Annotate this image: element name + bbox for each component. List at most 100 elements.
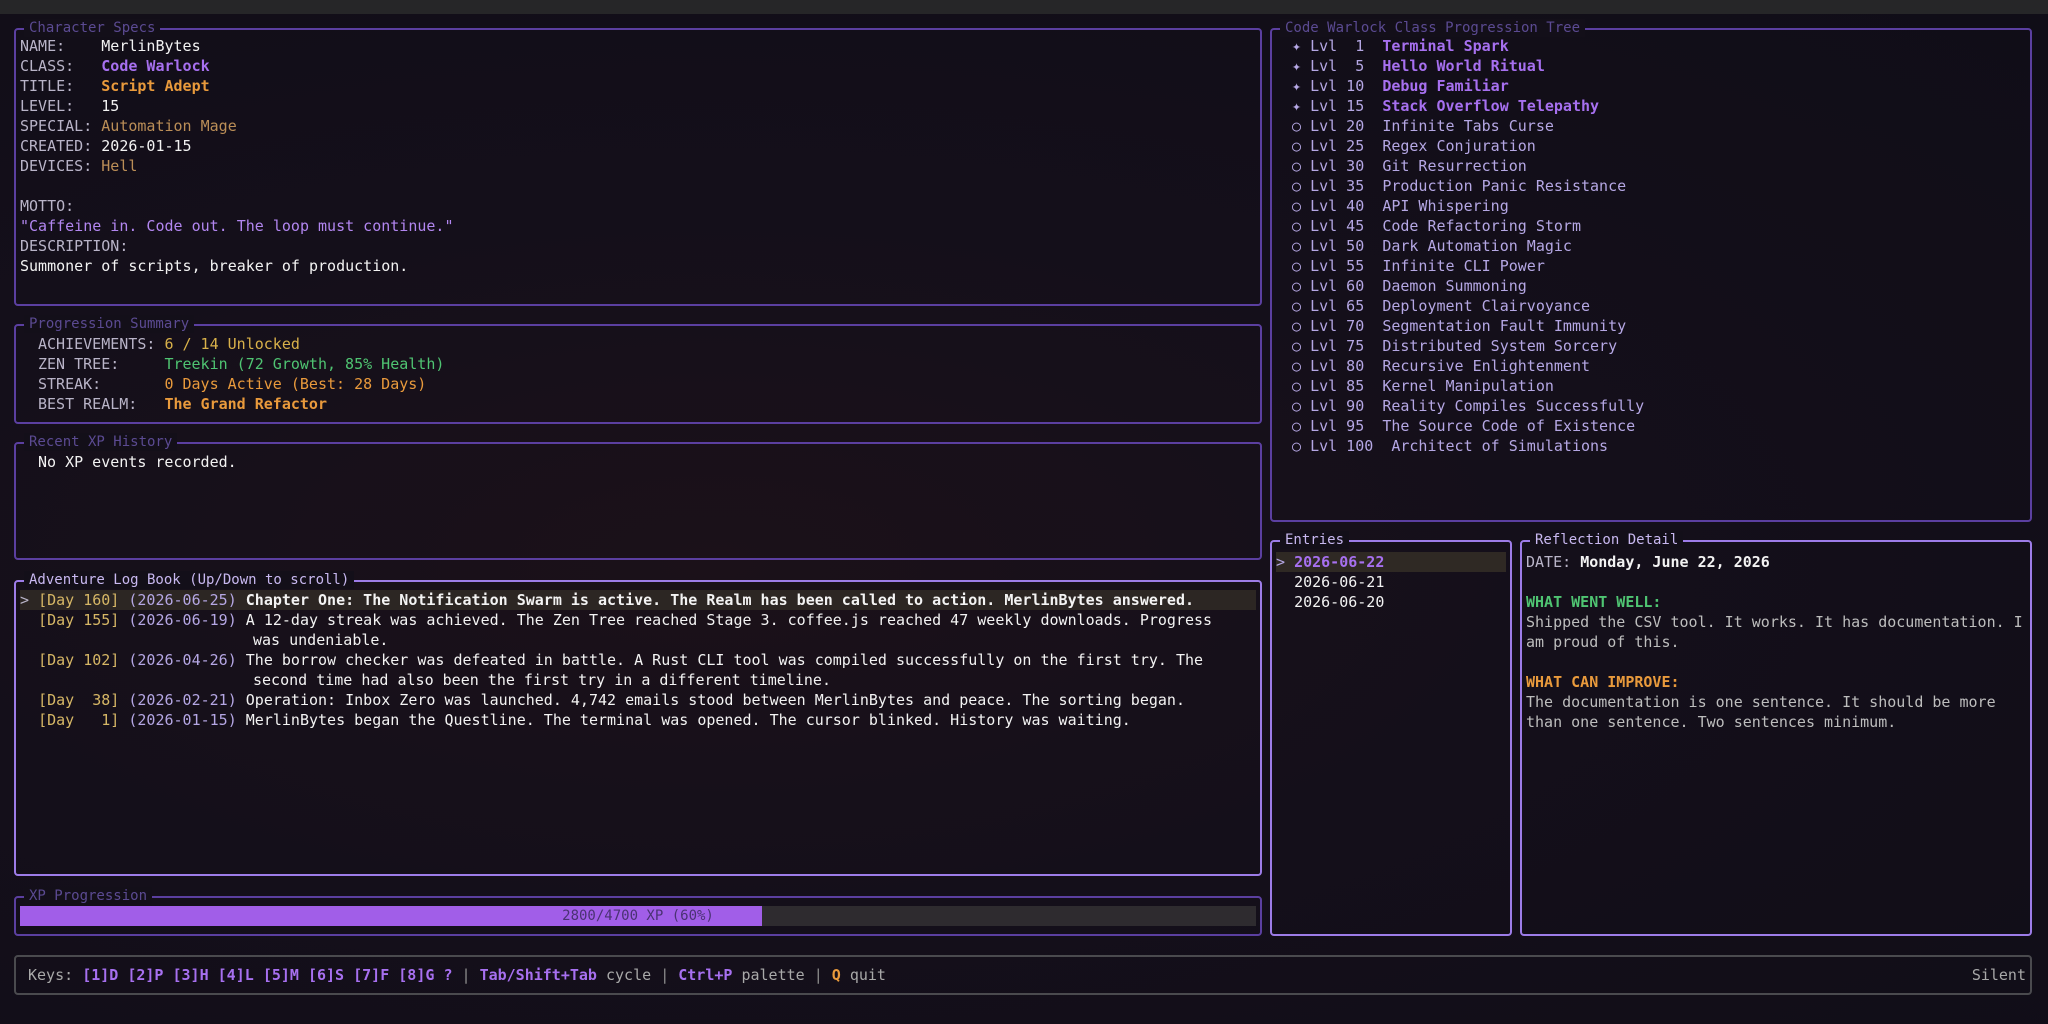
log-day: [Day 102] bbox=[38, 651, 120, 669]
spec-value: Hell bbox=[101, 157, 138, 175]
log-marker: > bbox=[20, 591, 30, 609]
unlocked-star-icon: ✦ bbox=[1292, 57, 1302, 75]
xp-history-empty: No XP events recorded. bbox=[38, 453, 237, 471]
tree-node-name: Distributed System Sorcery bbox=[1382, 337, 1618, 355]
tree-node: ✦ Lvl 1 Terminal Spark bbox=[1292, 36, 1509, 56]
tree-node-name: Production Panic Resistance bbox=[1382, 177, 1627, 195]
locked-circle-icon: ○ bbox=[1292, 237, 1302, 255]
tree-node: ○ Lvl 85 Kernel Manipulation bbox=[1292, 376, 1554, 396]
tree-node-name: Daemon Summoning bbox=[1382, 277, 1527, 295]
tree-node: ○ Lvl 25 Regex Conjuration bbox=[1292, 136, 1536, 156]
tab-shortcut-9[interactable]: ? bbox=[443, 966, 452, 984]
locked-circle-icon: ○ bbox=[1292, 397, 1302, 415]
class-progression-tree-panel: Code Warlock Class Progression Tree ✦ Lv… bbox=[1270, 19, 2032, 522]
summary-label: BEST REALM: bbox=[38, 395, 165, 413]
spec-label: NAME: bbox=[20, 37, 102, 55]
xp-progress-text: 2800/4700 XP (60%) bbox=[562, 908, 714, 924]
tree-node-name: The Source Code of Existence bbox=[1382, 417, 1636, 435]
tab-shortcut-3[interactable]: [3]H bbox=[173, 966, 209, 984]
log-date: (2026-01-15) bbox=[128, 711, 237, 729]
tree-node-level: Lvl 15 bbox=[1310, 97, 1374, 115]
tree-node-name: Kernel Manipulation bbox=[1382, 377, 1554, 395]
log-marker bbox=[20, 711, 29, 729]
palette-text: palette bbox=[732, 966, 814, 984]
log-entry[interactable]: [Day 102] (2026-04-26) The borrow checke… bbox=[20, 650, 1256, 690]
spec-row: NAME: MerlinBytes bbox=[20, 36, 201, 56]
entry-date: 2026-06-21 bbox=[1294, 573, 1385, 591]
tree-node-level: Lvl 5 bbox=[1310, 57, 1374, 75]
palette-key: Ctrl+P bbox=[678, 966, 733, 984]
tab-shortcut-7[interactable]: [7]F bbox=[353, 966, 389, 984]
tree-node-level: Lvl 100 bbox=[1310, 437, 1383, 455]
tree-node-name: Debug Familiar bbox=[1382, 77, 1509, 95]
tree-node: ✦ Lvl 5 Hello World Ritual bbox=[1292, 56, 1545, 76]
spec-label: CREATED: bbox=[20, 137, 102, 155]
status-text: Silent bbox=[1971, 966, 2026, 984]
log-entry-line: [Day 102] (2026-04-26) The borrow checke… bbox=[20, 650, 1203, 670]
tree-node: ○ Lvl 55 Infinite CLI Power bbox=[1292, 256, 1545, 276]
log-entry[interactable]: [Day 155] (2026-06-19) A 12-day streak w… bbox=[20, 610, 1256, 650]
log-date: (2026-04-26) bbox=[128, 651, 237, 669]
locked-circle-icon: ○ bbox=[1292, 217, 1302, 235]
entry-marker bbox=[1276, 593, 1285, 611]
log-entry[interactable]: [Day 1] (2026-01-15) MerlinBytes began t… bbox=[20, 710, 1256, 730]
log-text-continued: was undeniable. bbox=[253, 631, 389, 649]
spec-label: LEVEL: bbox=[20, 97, 102, 115]
tree-node-level: Lvl 1 bbox=[1310, 37, 1374, 55]
tab-shortcut-4[interactable]: [4]L bbox=[218, 966, 254, 984]
tree-node: ○ Lvl 60 Daemon Summoning bbox=[1292, 276, 1527, 296]
tree-node: ○ Lvl 70 Segmentation Fault Immunity bbox=[1292, 316, 1626, 336]
tab-shortcut-2[interactable]: [2]P bbox=[127, 966, 163, 984]
adventure-log-panel[interactable]: Adventure Log Book (Up/Down to scroll) >… bbox=[14, 571, 1262, 876]
tree-node-name: Terminal Spark bbox=[1382, 37, 1509, 55]
locked-circle-icon: ○ bbox=[1292, 297, 1302, 315]
tree-node-name: Deployment Clairvoyance bbox=[1382, 297, 1591, 315]
tree-node-level: Lvl 65 bbox=[1310, 297, 1374, 315]
tree-node-name: Architect of Simulations bbox=[1391, 437, 1609, 455]
tree-node: ✦ Lvl 15 Stack Overflow Telepathy bbox=[1292, 96, 1599, 116]
panel-title: Character Specs bbox=[24, 19, 161, 37]
panel-title: XP Progression bbox=[24, 887, 153, 905]
tree-node-level: Lvl 75 bbox=[1310, 337, 1374, 355]
entry-date: 2026-06-20 bbox=[1294, 593, 1385, 611]
unlocked-star-icon: ✦ bbox=[1292, 37, 1302, 55]
summary-row: ACHIEVEMENTS: 6 / 14 Unlocked bbox=[38, 334, 300, 354]
spec-label: TITLE: bbox=[20, 77, 102, 95]
motto-text: "Caffeine in. Code out. The loop must co… bbox=[20, 217, 454, 235]
spec-row: CLASS: Code Warlock bbox=[20, 56, 210, 76]
went-well-line: Shipped the CSV tool. It works. It has d… bbox=[1526, 613, 2023, 631]
log-entry[interactable]: [Day 38] (2026-02-21) Operation: Inbox Z… bbox=[20, 690, 1256, 710]
entry-item[interactable]: 2026-06-20 bbox=[1276, 592, 1506, 612]
tab-shortcut-5[interactable]: [5]M bbox=[263, 966, 299, 984]
quit-key: Q bbox=[831, 966, 841, 984]
spec-label: DEVICES: bbox=[20, 157, 102, 175]
locked-circle-icon: ○ bbox=[1292, 337, 1302, 355]
tree-node-level: Lvl 40 bbox=[1310, 197, 1374, 215]
quit-text: quit bbox=[840, 966, 886, 984]
locked-circle-icon: ○ bbox=[1292, 377, 1302, 395]
tree-node-name: API Whispering bbox=[1382, 197, 1509, 215]
reflection-detail-panel: Reflection Detail DATE: Monday, June 22,… bbox=[1520, 531, 2032, 936]
entries-panel[interactable]: Entries > 2026-06-22 2026-06-21 2026-06-… bbox=[1270, 531, 1512, 936]
log-entry-line: [Day 38] (2026-02-21) Operation: Inbox Z… bbox=[20, 690, 1185, 710]
summary-label: STREAK: bbox=[38, 375, 165, 393]
spec-row: DEVICES: Hell bbox=[20, 156, 137, 176]
tree-node: ○ Lvl 40 API Whispering bbox=[1292, 196, 1509, 216]
cycle-key: Tab/Shift+Tab bbox=[479, 966, 597, 984]
tab-shortcut-1[interactable]: [1]D bbox=[82, 966, 118, 984]
can-improve-label: WHAT CAN IMPROVE: bbox=[1526, 673, 1680, 691]
entry-item[interactable]: 2026-06-21 bbox=[1276, 572, 1506, 592]
tree-node-level: Lvl 70 bbox=[1310, 317, 1374, 335]
log-entry[interactable]: > [Day 160] (2026-06-25) Chapter One: Th… bbox=[20, 590, 1256, 610]
tree-node-level: Lvl 55 bbox=[1310, 257, 1374, 275]
went-well-label: WHAT WENT WELL: bbox=[1526, 593, 1662, 611]
tree-node: ○ Lvl 30 Git Resurrection bbox=[1292, 156, 1527, 176]
locked-circle-icon: ○ bbox=[1292, 117, 1302, 135]
log-text: The borrow checker was defeated in battl… bbox=[245, 651, 1204, 669]
tab-shortcut-8[interactable]: [8]G bbox=[398, 966, 434, 984]
spec-row: SPECIAL: Automation Mage bbox=[20, 116, 237, 136]
log-marker bbox=[20, 651, 29, 669]
entry-item[interactable]: > 2026-06-22 bbox=[1276, 552, 1506, 572]
tab-shortcut-6[interactable]: [6]S bbox=[308, 966, 344, 984]
log-marker bbox=[20, 611, 29, 629]
